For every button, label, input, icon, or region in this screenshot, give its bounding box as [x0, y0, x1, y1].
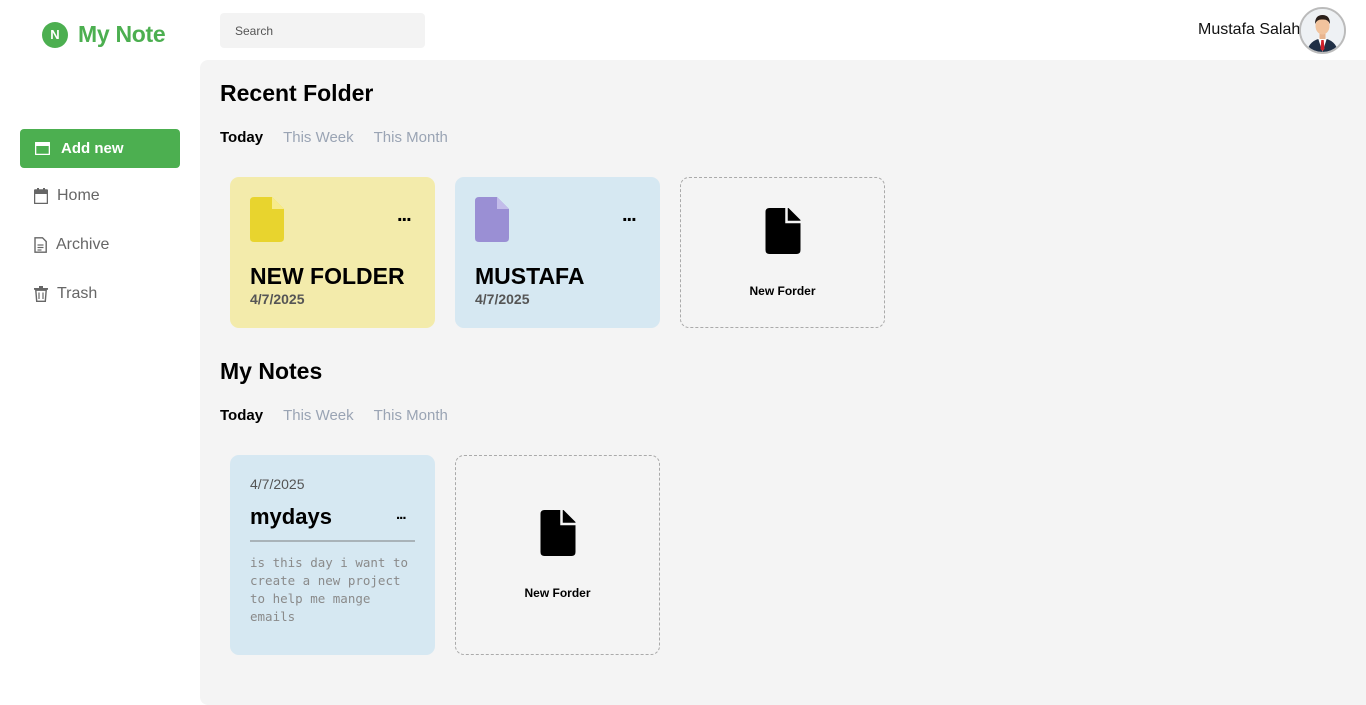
file-icon: [765, 208, 800, 254]
logo-badge: N: [42, 21, 68, 48]
calendar-icon: [34, 188, 48, 204]
tab-today[interactable]: Today: [220, 407, 263, 424]
file-icon: [540, 510, 575, 556]
folder-date: 4/7/2025: [250, 291, 305, 307]
file-icon: [475, 197, 509, 242]
trash-icon: [34, 286, 48, 302]
note-title: mydays: [250, 504, 332, 529]
folder-name: MUSTAFA: [475, 263, 585, 289]
app-logo[interactable]: N My Note: [42, 21, 166, 48]
new-folder-card[interactable]: New Forder: [680, 177, 885, 328]
sidebar-item-archive[interactable]: Archive: [34, 236, 109, 254]
user-name: Mustafa Salah: [1198, 21, 1301, 38]
tab-this-week[interactable]: This Week: [283, 407, 354, 424]
app-name: My Note: [78, 21, 166, 47]
note-date: 4/7/2025: [250, 476, 305, 492]
more-options-button[interactable]: ...: [396, 507, 406, 522]
sidebar-item-label: Home: [57, 187, 100, 204]
tab-today[interactable]: Today: [220, 129, 263, 146]
main-panel: Recent Folder Today This Week This Month…: [200, 60, 1366, 705]
folder-card[interactable]: ... NEW FOLDER 4/7/2025: [230, 177, 435, 328]
add-new-label: Add new: [61, 140, 124, 157]
avatar[interactable]: [1299, 7, 1346, 54]
tab-this-month[interactable]: This Month: [374, 407, 448, 424]
recent-folder-tabs: Today This Week This Month: [220, 129, 448, 146]
more-options-button[interactable]: ...: [397, 205, 412, 225]
search-input[interactable]: [220, 13, 425, 48]
sidebar-item-trash[interactable]: Trash: [34, 285, 97, 303]
sidebar-item-label: Archive: [56, 236, 110, 253]
user-avatar-icon: [1301, 9, 1344, 52]
folder-card[interactable]: ... MUSTAFA 4/7/2025: [455, 177, 660, 328]
sidebar-item-home[interactable]: Home: [34, 187, 100, 205]
tab-this-month[interactable]: This Month: [374, 129, 448, 146]
add-new-button[interactable]: Add new: [20, 129, 180, 168]
note-body: is this day i want to create a new proje…: [250, 555, 409, 624]
new-folder-label: New Forder: [749, 284, 816, 298]
recent-folder-title: Recent Folder: [220, 80, 374, 106]
my-notes-tabs: Today This Week This Month: [220, 407, 448, 424]
more-options-button[interactable]: ...: [622, 205, 637, 225]
new-note-label: New Forder: [524, 586, 591, 600]
tab-this-week[interactable]: This Week: [283, 129, 354, 146]
my-notes-title: My Notes: [220, 358, 323, 384]
window-icon: [35, 142, 50, 155]
folder-name: NEW FOLDER: [250, 263, 405, 289]
note-card[interactable]: 4/7/2025 mydays ... is this day i want t…: [230, 455, 435, 655]
sidebar-item-label: Trash: [57, 285, 98, 302]
document-icon: [34, 237, 47, 253]
new-note-card[interactable]: New Forder: [455, 455, 660, 655]
note-divider: [250, 540, 415, 542]
folder-date: 4/7/2025: [475, 291, 530, 307]
file-icon: [250, 197, 284, 242]
